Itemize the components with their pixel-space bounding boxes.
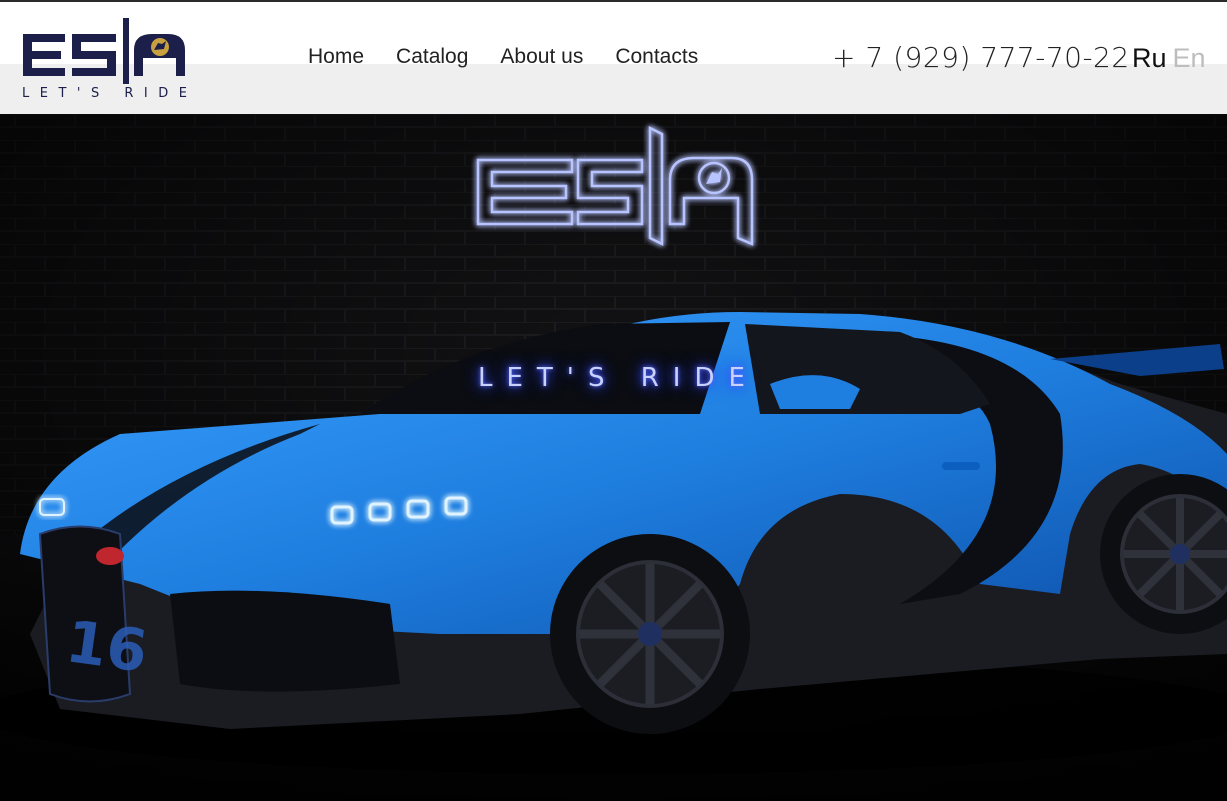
hero-banner: 16 LET'S RIDE	[0, 114, 1227, 801]
front-wheel-icon	[550, 534, 750, 734]
phone-number[interactable]: + 7 (929) 777-70-22	[832, 41, 1130, 74]
nav-contacts[interactable]: Contacts	[615, 45, 698, 69]
language-switcher: Ru En	[1132, 43, 1206, 74]
nav-home[interactable]: Home	[308, 45, 364, 69]
lang-ru[interactable]: Ru	[1132, 43, 1167, 73]
brand-tagline: LET'S RIDE	[22, 86, 198, 101]
site-header: LET'S RIDE Home Catalog About us Contact…	[0, 2, 1227, 114]
main-nav: Home Catalog About us Contacts	[308, 45, 698, 69]
nav-about-us[interactable]: About us	[500, 45, 583, 69]
bugatti-badge-icon	[96, 547, 124, 565]
car-number: 16	[62, 607, 151, 686]
hero-image: 16	[0, 114, 1227, 801]
neon-tagline: LET'S RIDE	[478, 363, 759, 393]
lang-en[interactable]: En	[1173, 43, 1206, 73]
nav-catalog[interactable]: Catalog	[396, 45, 468, 69]
